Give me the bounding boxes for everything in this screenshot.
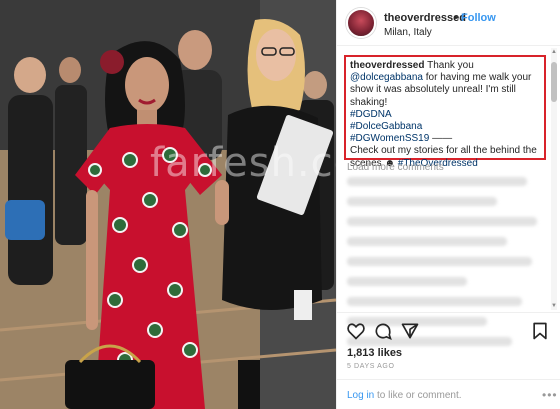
likes-count[interactable]: 1,813 likes [347, 347, 402, 359]
comments-scrollbar[interactable] [551, 48, 557, 310]
avatar[interactable] [346, 8, 376, 38]
hashtag-link[interactable]: #DGWomenSS19 [350, 133, 429, 144]
scroll-up-arrow-icon[interactable]: ▲ [551, 48, 557, 56]
watermark: farfesh.com [150, 140, 336, 186]
blurred-comment [347, 177, 527, 186]
separator-dot: • [454, 12, 458, 24]
login-row: Log in to like or comment. ••• [337, 379, 560, 409]
caption-username[interactable]: theoverdressed [350, 60, 424, 71]
login-rest-text: to like or comment. [374, 390, 462, 401]
location-link[interactable]: Milan, Italy [384, 27, 432, 38]
follow-button[interactable]: Follow [461, 12, 496, 24]
share-icon[interactable] [400, 321, 420, 341]
hashtag-link[interactable]: #DolceGabbana [350, 121, 422, 132]
mention-link[interactable]: @dolcegabbana [350, 72, 423, 83]
post-actions: 1,813 likes 5 DAYS AGO Log in to like or… [337, 312, 560, 409]
load-more-comments[interactable]: Load more comments [347, 162, 547, 173]
post-side-panel: theoverdressed • Follow Milan, Italy the… [336, 0, 560, 409]
photo-illustration [0, 0, 336, 409]
login-prompt: Log in to like or comment. [347, 390, 462, 401]
blurred-comment [347, 277, 467, 286]
login-link[interactable]: Log in [347, 390, 374, 401]
comment-icon[interactable] [373, 321, 393, 341]
bookmark-icon[interactable] [530, 321, 550, 341]
blurred-comment [347, 197, 497, 206]
heart-icon[interactable] [346, 321, 366, 341]
blurred-comment [347, 297, 522, 306]
hashtag-link[interactable]: #DGDNA [350, 109, 392, 120]
caption-highlight: theoverdressed Thank you @dolcegabbana f… [344, 55, 546, 169]
post-header: theoverdressed • Follow Milan, Italy [337, 0, 560, 46]
caption-dash: —— [429, 133, 453, 145]
blurred-comment [347, 217, 537, 226]
post-photo: farfesh.com [0, 0, 336, 409]
ellipsis-icon[interactable]: ••• [542, 388, 558, 402]
scroll-down-arrow-icon[interactable]: ▼ [551, 302, 557, 310]
post-age: 5 DAYS AGO [347, 363, 395, 370]
scrollbar-thumb[interactable] [551, 62, 557, 102]
caption-text-before: Thank you [424, 60, 474, 71]
blurred-comment [347, 237, 507, 246]
blurred-comment [347, 257, 532, 266]
